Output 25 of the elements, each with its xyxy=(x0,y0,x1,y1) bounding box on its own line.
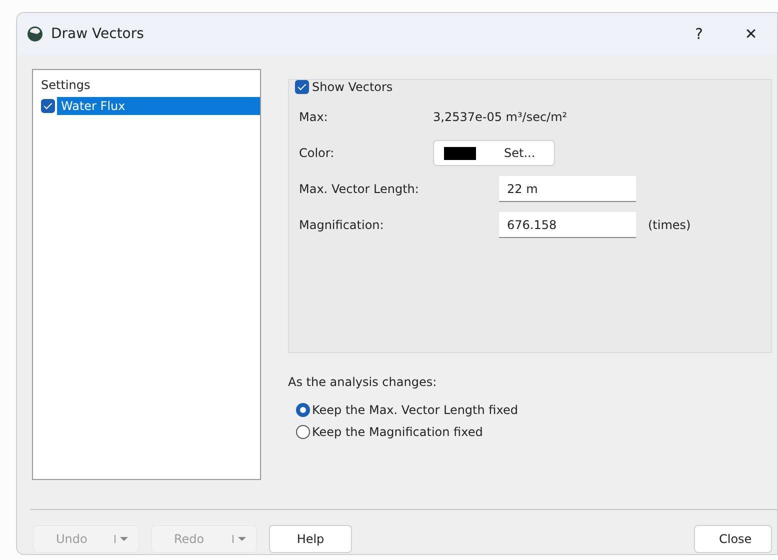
field-label: Magnification: xyxy=(299,218,385,232)
close-button[interactable]: Close xyxy=(694,525,772,553)
radio-label: Keep the Magnification fixed xyxy=(312,425,483,439)
radio-button[interactable] xyxy=(296,403,310,417)
globe-icon xyxy=(27,26,43,42)
radio-label: Keep the Max. Vector Length fixed xyxy=(312,403,518,417)
section-label: As the analysis changes: xyxy=(288,375,438,389)
list-heading: Settings xyxy=(41,78,92,92)
help-button[interactable]: ? xyxy=(673,16,725,52)
close-button[interactable]: ✕ xyxy=(725,16,777,52)
field-label: Max: xyxy=(299,110,329,124)
checkbox[interactable] xyxy=(41,99,55,113)
color-set-button[interactable]: Set... xyxy=(433,140,555,166)
list-item[interactable]: Water Flux xyxy=(57,97,260,115)
input-field[interactable]: 22 m xyxy=(499,176,636,202)
input-field[interactable]: 676.158 xyxy=(499,212,636,238)
radio-button[interactable] xyxy=(296,425,310,439)
field-value: 3,2537e-05 m³/sec/m² xyxy=(433,110,568,124)
window-title: Draw Vectors xyxy=(51,26,145,42)
checkbox-label: Show Vectors xyxy=(312,80,393,94)
checkbox[interactable] xyxy=(295,80,309,94)
field-label: Max. Vector Length: xyxy=(299,182,420,196)
help-button[interactable]: Help xyxy=(269,525,352,553)
unit-label: (times) xyxy=(648,218,691,232)
field-label: Color: xyxy=(299,146,336,160)
